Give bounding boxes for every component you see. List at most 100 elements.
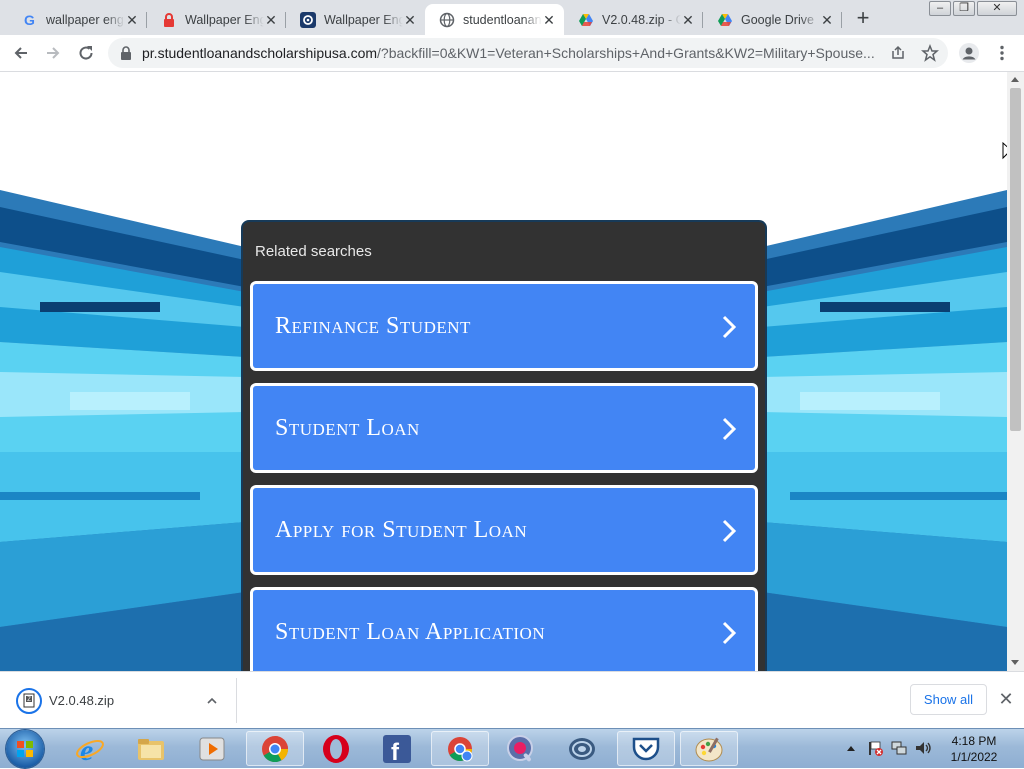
avatar-icon [959, 43, 979, 63]
svg-text:f: f [391, 739, 400, 764]
action-center-flag-icon[interactable] [867, 740, 883, 756]
start-button[interactable] [6, 730, 44, 768]
chevron-up-icon[interactable] [206, 695, 218, 707]
profile-button[interactable] [958, 42, 980, 64]
google-icon: G [22, 12, 38, 28]
reload-icon [79, 46, 93, 60]
tab-title: V2.0.48.zip - Google Drive [602, 12, 681, 27]
menu-button[interactable] [991, 42, 1013, 64]
taskbar-facebook[interactable]: f [370, 731, 424, 766]
folder-icon [138, 738, 164, 760]
address-bar[interactable]: pr.studentloanandscholarshipusa.com/?bac… [108, 38, 948, 68]
back-button[interactable] [10, 42, 32, 64]
volume-icon[interactable] [914, 740, 932, 756]
kebab-menu-icon [1000, 45, 1004, 61]
taskbar-chrome-profile[interactable] [431, 731, 489, 766]
result-label: Student Loan [275, 415, 420, 441]
paint-palette-icon [695, 737, 723, 761]
new-tab-button[interactable]: + [852, 7, 874, 30]
taskbar-clock[interactable]: 4:18 PM 1/1/2022 [937, 733, 1011, 765]
globe-icon [439, 12, 455, 28]
taskbar-opera[interactable] [309, 731, 363, 766]
opera-icon [323, 734, 349, 763]
facebook-icon: f [383, 734, 411, 764]
tab-title: Google Drive [741, 12, 814, 27]
taskbar-chrome[interactable] [246, 731, 304, 766]
media-player-icon [199, 737, 225, 760]
tab-google-drive[interactable]: Google Drive ✕ [703, 4, 842, 35]
scroll-down-arrow-icon[interactable] [1011, 660, 1019, 665]
result-apply-for-student-loan[interactable]: Apply for Student Loan [250, 485, 758, 575]
panel-title: Related searches [255, 243, 372, 260]
restore-button[interactable]: ❐ [953, 1, 975, 16]
taskbar-media-player[interactable] [185, 731, 239, 766]
forward-button[interactable] [42, 42, 64, 64]
download-file-name: V2.0.48.zip [49, 693, 115, 708]
svg-text:G: G [24, 12, 35, 28]
page-scrollbar[interactable] [1007, 72, 1024, 671]
url-domain: pr.studentloanandscholarshipusa.com [142, 45, 378, 61]
lock-icon [121, 46, 131, 60]
reload-button[interactable] [75, 42, 97, 64]
google-drive-icon [717, 12, 733, 28]
close-icon[interactable]: ✕ [542, 13, 556, 27]
url-text[interactable]: pr.studentloanandscholarshipusa.com/?bac… [142, 45, 882, 61]
scroll-up-arrow-icon[interactable] [1011, 77, 1019, 82]
result-refinance-student[interactable]: Refinance Student [250, 281, 758, 371]
page-content: Related searches Refinance Student Stude… [0, 72, 1007, 671]
download-item[interactable]: Z V2.0.48.zip [14, 686, 236, 716]
close-icon[interactable]: ✕ [820, 13, 834, 27]
show-all-button[interactable]: Show all [910, 684, 987, 715]
arrow-right-icon [47, 47, 60, 59]
star-icon[interactable] [921, 44, 939, 62]
chevron-right-icon [722, 519, 737, 543]
windows-taskbar: e f 4:18 PM 1/1/2022 [0, 728, 1024, 768]
internet-explorer-icon: e [76, 734, 104, 764]
google-drive-icon [578, 12, 594, 28]
result-label: Refinance Student [275, 313, 471, 339]
tab-title: Wallpaper Engine [324, 12, 403, 27]
tab-v2048-drive[interactable]: V2.0.48.zip - Google Drive ✕ [564, 4, 703, 35]
show-hidden-icons-icon[interactable] [846, 744, 856, 752]
network-icon[interactable] [891, 740, 907, 756]
tab-strip: G wallpaper engine ✕ Wallpaper Engine ✕ … [0, 0, 1024, 35]
close-window-button[interactable]: ✕ [977, 1, 1017, 16]
taskbar-file-explorer[interactable] [124, 731, 178, 766]
arrow-left-icon [14, 47, 27, 59]
taskbar-paint[interactable] [680, 731, 738, 766]
taskbar-app-blue-swirl[interactable] [555, 731, 609, 766]
download-bar: Z V2.0.48.zip Show all ✕ [0, 671, 1024, 728]
windows-logo-icon [17, 741, 33, 757]
taskbar-quicktime[interactable] [494, 731, 548, 766]
close-icon[interactable]: ✕ [403, 13, 417, 27]
chevron-right-icon [722, 417, 737, 441]
tab-wallpaper-engine-steam[interactable]: Wallpaper Engine ✕ [286, 4, 425, 35]
share-icon[interactable] [890, 45, 906, 61]
close-icon[interactable]: ✕ [264, 13, 278, 27]
taskbar-pocket[interactable] [617, 731, 675, 766]
tab-wallpaper-engine-search[interactable]: G wallpaper engine ✕ [8, 4, 147, 35]
swirl-app-icon [569, 737, 595, 760]
close-icon[interactable]: ✕ [681, 13, 695, 27]
result-student-loan-application[interactable]: Student Loan Application [250, 587, 758, 671]
download-divider [236, 678, 237, 723]
tab-wallpaper-engine-lock[interactable]: Wallpaper Engine ✕ [147, 4, 286, 35]
result-student-loan[interactable]: Student Loan [250, 383, 758, 473]
tab-studentloan[interactable]: studentloanandscholarshipusa ✕ [425, 4, 564, 35]
steam-icon [300, 11, 316, 28]
close-download-bar-icon[interactable]: ✕ [997, 690, 1015, 708]
minimize-button[interactable]: – [929, 1, 951, 16]
chevron-right-icon [722, 621, 737, 645]
chrome-profile-icon [448, 736, 473, 761]
scrollbar-thumb[interactable] [1010, 88, 1021, 431]
quicktime-icon [507, 734, 533, 761]
chevron-right-icon [722, 315, 737, 339]
taskbar-internet-explorer[interactable]: e [63, 731, 117, 766]
close-icon[interactable]: ✕ [125, 13, 139, 27]
tab-title: studentloanandscholarshipusa [463, 12, 542, 27]
browser-toolbar: pr.studentloanandscholarshipusa.com/?bac… [0, 35, 1024, 72]
result-label: Student Loan Application [275, 619, 546, 645]
tab-separator [841, 12, 842, 28]
tab-title: wallpaper engine [46, 12, 125, 27]
clock-date: 1/1/2022 [950, 750, 998, 764]
